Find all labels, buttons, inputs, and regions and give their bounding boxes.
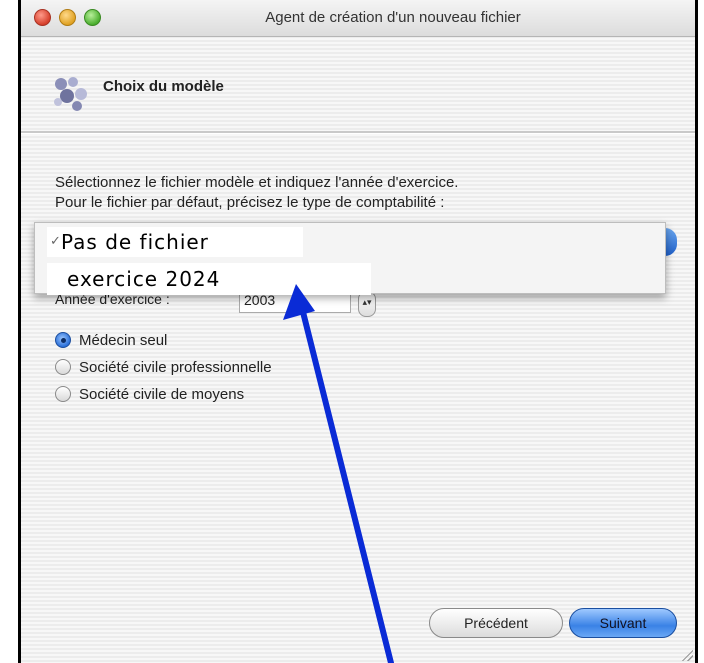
step-header: Choix du modèle: [21, 36, 695, 131]
radio-selected-icon[interactable]: [55, 332, 71, 348]
radio-label: Société civile de moyens: [79, 385, 245, 403]
header-divider: [21, 131, 695, 134]
menu-item-exercise[interactable]: exercice 2024: [47, 263, 371, 295]
check-icon: ✓: [50, 234, 62, 249]
radio-label: Société civile professionnelle: [79, 358, 272, 376]
menu-item-no-file[interactable]: ✓ Pas de fichier: [47, 227, 303, 257]
resize-grip-icon[interactable]: [679, 647, 693, 661]
menu-item-label: Pas de fichier: [61, 230, 209, 254]
title-bar: Agent de création d'un nouveau fichier: [21, 0, 695, 37]
instructions: Sélectionnez le fichier modèle et indiqu…: [55, 173, 685, 213]
zoom-button[interactable]: [84, 9, 101, 26]
wizard-window: Agent de création d'un nouveau fichier C…: [18, 0, 698, 663]
instruction-line-1: Sélectionnez le fichier modèle et indiqu…: [55, 174, 459, 191]
minimize-button[interactable]: [59, 9, 76, 26]
previous-button[interactable]: Précédent: [429, 608, 563, 638]
wizard-icon: [54, 77, 87, 111]
radio-scp[interactable]: Société civile professionnelle: [55, 356, 272, 378]
instruction-line-2: Pour le fichier par défaut, précisez le …: [55, 194, 445, 211]
next-button[interactable]: Suivant: [569, 608, 677, 638]
window-title: Agent de création d'un nouveau fichier: [265, 9, 521, 26]
step-title: Choix du modèle: [103, 78, 224, 95]
model-dropdown-menu: ✓ Pas de fichier exercice 2024: [34, 222, 666, 295]
close-button[interactable]: [34, 9, 51, 26]
radio-icon[interactable]: [55, 386, 71, 402]
radio-label: Médecin seul: [79, 331, 168, 349]
radio-scm[interactable]: Société civile de moyens: [55, 383, 244, 405]
radio-medecin-seul[interactable]: Médecin seul: [55, 329, 167, 351]
menu-item-label: exercice 2024: [67, 267, 221, 291]
radio-icon[interactable]: [55, 359, 71, 375]
